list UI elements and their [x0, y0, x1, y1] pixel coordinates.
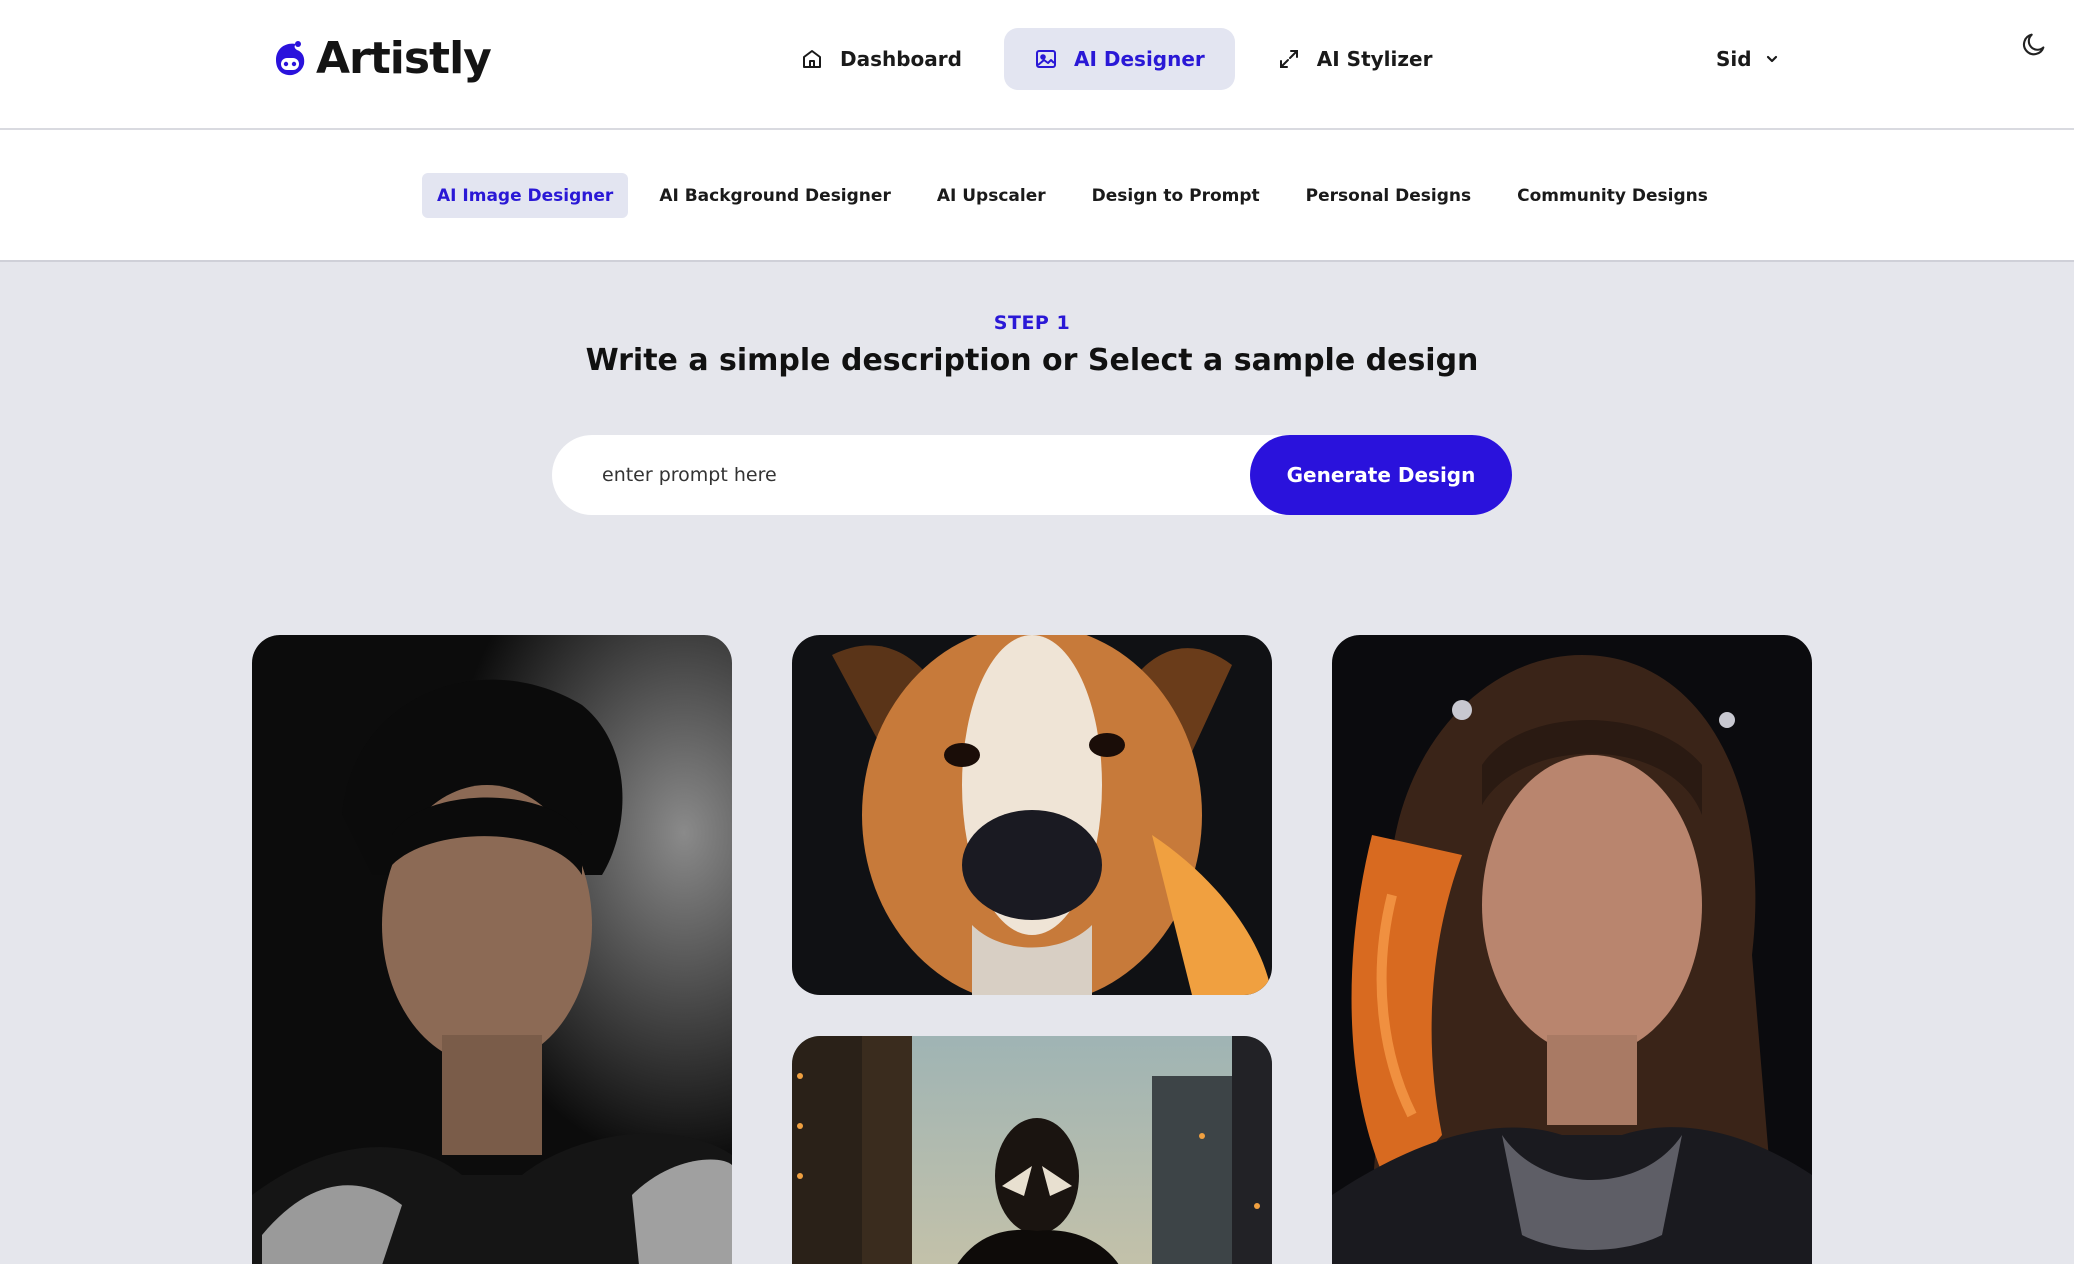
sample-design-card[interactable]: [792, 1036, 1272, 1264]
image-icon: [1035, 50, 1056, 68]
logo-mascot-icon: [276, 41, 305, 76]
top-header: Artistly Dashboard AI Designer AI Styliz…: [0, 0, 2074, 130]
sample-design-card[interactable]: [252, 635, 732, 1264]
sub-nav-bar: AI Image Designer AI Background Designer…: [0, 130, 2074, 262]
brand-name: Artistly: [316, 32, 492, 84]
step-label: STEP 1: [993, 312, 1071, 334]
brand-logo[interactable]: Artistly: [270, 30, 492, 86]
chevron-down-icon: [1766, 55, 1777, 63]
user-menu[interactable]: Sid: [1716, 40, 1780, 78]
sample-design-card[interactable]: [1332, 635, 1812, 1264]
prompt-bar: Generate Design: [552, 435, 1512, 515]
tab-ai-upscaler[interactable]: AI Upscaler: [922, 173, 1061, 218]
nav-ai-stylizer[interactable]: AI Stylizer: [1247, 28, 1463, 90]
tab-design-to-prompt[interactable]: Design to Prompt: [1077, 173, 1275, 218]
user-name: Sid: [1716, 47, 1752, 71]
nav-ai-stylizer-label: AI Stylizer: [1316, 47, 1433, 71]
main-nav: Dashboard AI Designer AI Stylizer: [770, 28, 1462, 90]
home-icon: [803, 50, 821, 68]
tab-community-designs[interactable]: Community Designs: [1502, 173, 1723, 218]
nav-dashboard[interactable]: Dashboard: [770, 28, 992, 90]
sample-image-hero: [792, 1036, 1272, 1264]
expand-icon: [1279, 50, 1298, 68]
moon-icon[interactable]: [2020, 30, 2048, 58]
sample-image-woman: [1332, 635, 1812, 1264]
prompt-input[interactable]: [602, 435, 1242, 515]
step-title: Write a simple description or Select a s…: [585, 343, 1479, 378]
sample-image-man: [252, 635, 732, 1264]
tab-personal-designs[interactable]: Personal Designs: [1291, 173, 1486, 218]
nav-dashboard-label: Dashboard: [840, 47, 962, 71]
nav-ai-designer-label: AI Designer: [1073, 47, 1205, 71]
sample-design-card[interactable]: [792, 635, 1272, 995]
nav-ai-designer[interactable]: AI Designer: [1003, 28, 1235, 90]
tab-ai-background-designer[interactable]: AI Background Designer: [644, 173, 906, 218]
sample-image-dog: [792, 635, 1272, 995]
sub-nav: AI Image Designer AI Background Designer…: [422, 173, 1723, 218]
generate-design-button[interactable]: Generate Design: [1250, 435, 1512, 515]
tab-ai-image-designer[interactable]: AI Image Designer: [422, 173, 629, 218]
